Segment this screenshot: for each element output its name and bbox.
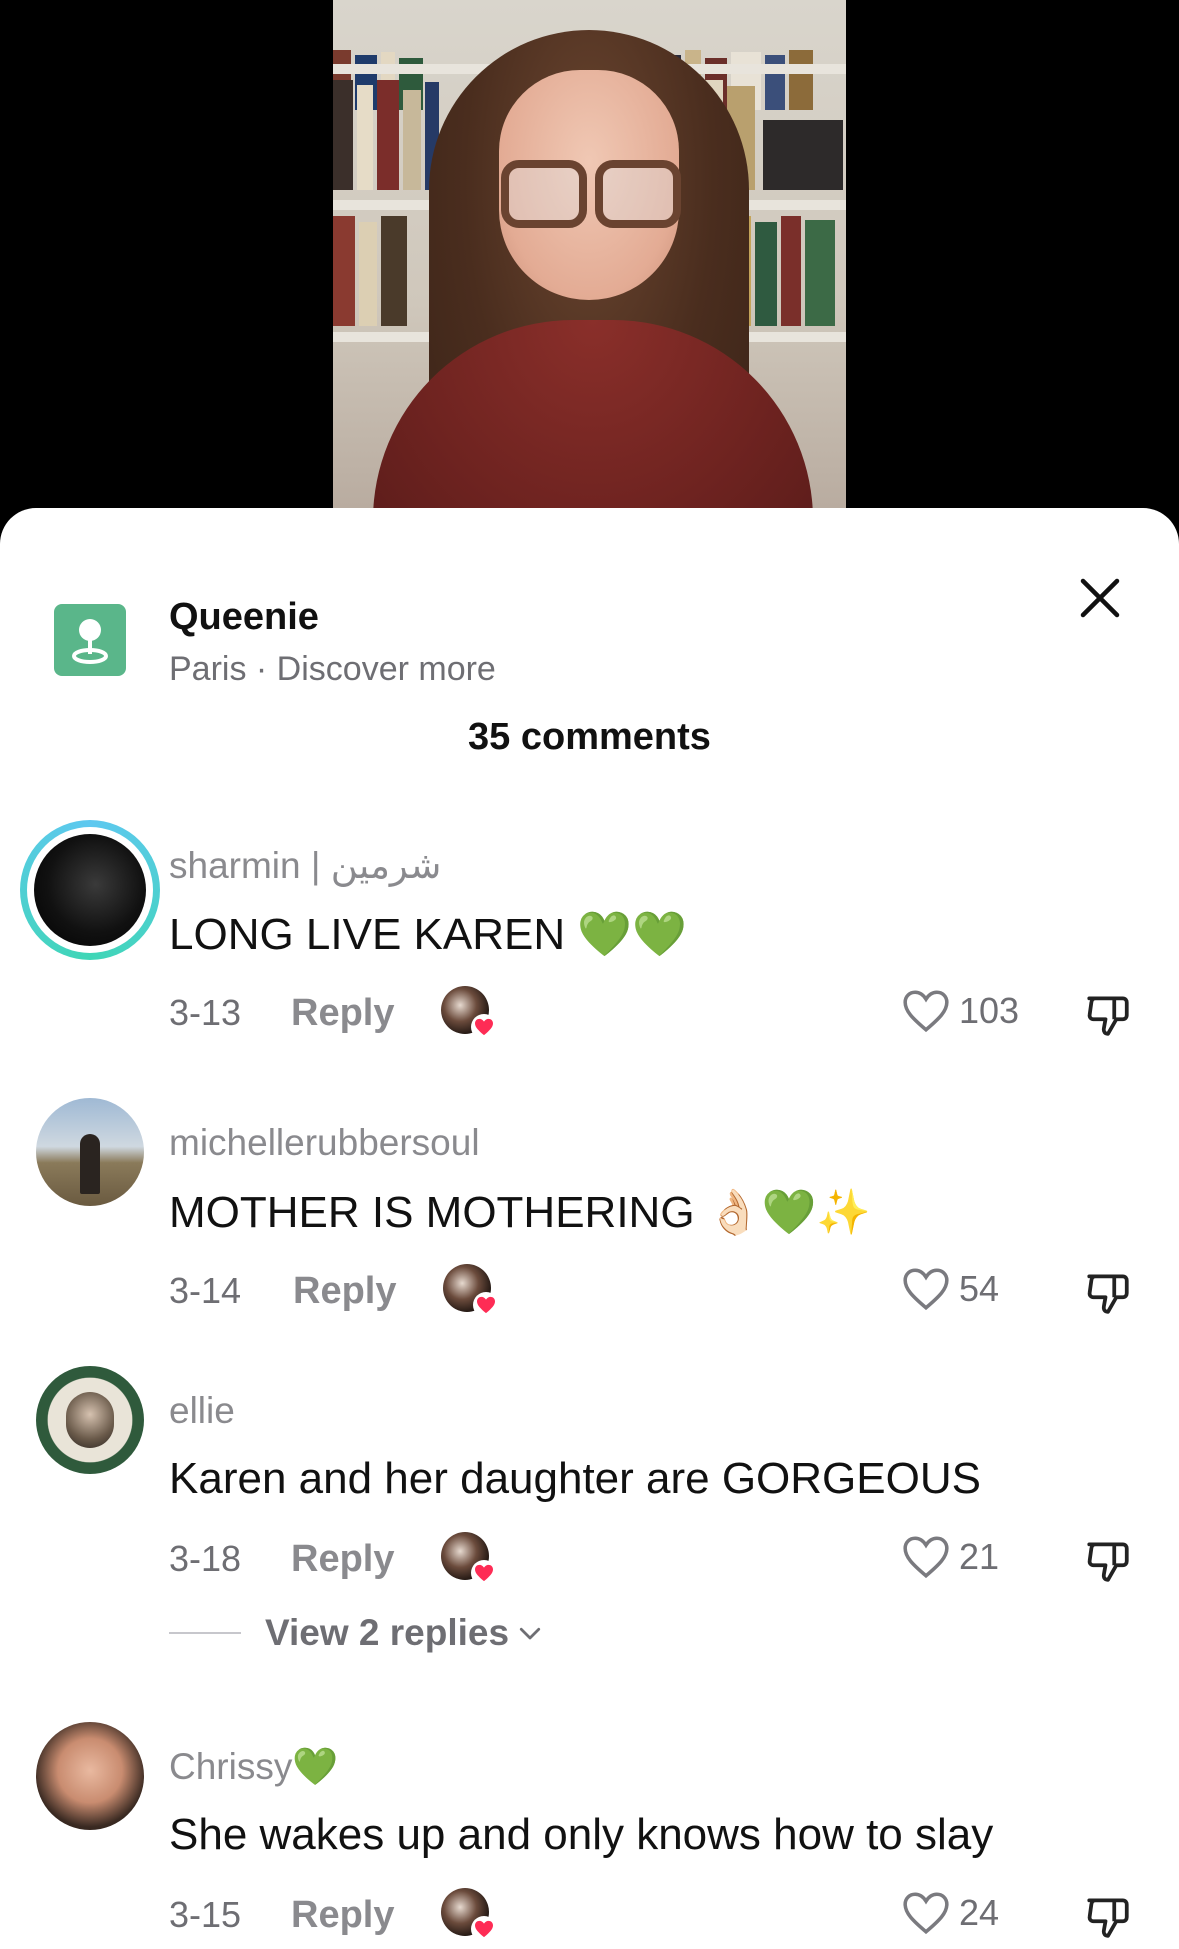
reply-button[interactable]: Reply: [293, 1270, 396, 1313]
like-button[interactable]: 24: [901, 1890, 999, 1936]
heart-outline-icon: [903, 990, 949, 1033]
thumbs-down-icon: [1087, 1274, 1129, 1314]
like-button[interactable]: 54: [901, 1266, 999, 1312]
view-replies-label: View 2 replies: [265, 1612, 510, 1653]
place-row[interactable]: Queenie Paris · Discover more: [54, 556, 1124, 688]
divider: [169, 1632, 241, 1634]
like-button[interactable]: 103: [901, 988, 1019, 1034]
video-background[interactable]: [0, 0, 1179, 540]
view-replies-button[interactable]: View 2 replies: [169, 1612, 545, 1654]
heart-outline-icon: [903, 1536, 949, 1579]
close-button[interactable]: [1070, 568, 1130, 628]
thumbs-down-icon: [1087, 996, 1129, 1036]
like-count: 54: [959, 1268, 1000, 1309]
glasses: [595, 160, 681, 228]
thumbs-down-icon: [1087, 1898, 1129, 1938]
like-count: 24: [959, 1892, 1000, 1933]
creator-liked-avatar: [441, 1532, 497, 1586]
heart-badge-icon: [471, 1014, 497, 1040]
like-button[interactable]: 21: [901, 1534, 999, 1580]
avatar[interactable]: [36, 1722, 144, 1830]
creator-liked-avatar: [441, 1888, 497, 1942]
comment-text: LONG LIVE KAREN 💚💚: [169, 910, 687, 959]
avatar[interactable]: [36, 1366, 144, 1474]
comment-username[interactable]: sharmin | شرمین: [169, 844, 441, 887]
place-subtitle[interactable]: Paris · Discover more: [169, 650, 496, 689]
comment-username[interactable]: Chrissy💚: [169, 1746, 338, 1789]
comment-meta: 3-18 Reply 21: [169, 1532, 1149, 1588]
close-icon: [1080, 578, 1120, 618]
comment-text: MOTHER IS MOTHERING 👌🏻💚✨: [169, 1188, 872, 1237]
comment-date: 3-18: [169, 1538, 242, 1579]
comment-date: 3-14: [169, 1270, 242, 1311]
dislike-button[interactable]: [1083, 988, 1133, 1043]
comment-text: Karen and her daughter are GORGEOUS: [169, 1454, 981, 1503]
creator-liked-avatar: [441, 986, 497, 1040]
reply-button[interactable]: Reply: [291, 1894, 394, 1937]
place-title: Queenie: [169, 596, 319, 638]
thumbs-down-icon: [1087, 1542, 1129, 1582]
heart-badge-icon: [473, 1292, 499, 1318]
dislike-button[interactable]: [1083, 1890, 1133, 1945]
comment-username[interactable]: ellie: [169, 1390, 235, 1432]
reply-button[interactable]: Reply: [291, 1538, 394, 1581]
heart-badge-icon: [471, 1916, 497, 1942]
comments-count: 35 comments: [468, 716, 711, 758]
comment-date: 3-15: [169, 1894, 242, 1935]
comment-text: She wakes up and only knows how to slay: [169, 1810, 994, 1859]
comment-username[interactable]: michellerubbersoul: [169, 1122, 480, 1164]
reply-button[interactable]: Reply: [291, 992, 394, 1035]
video-frame: [333, 0, 846, 508]
glasses: [501, 160, 587, 228]
comment-date: 3-13: [169, 992, 242, 1033]
comment-meta: 3-14 Reply 54: [169, 1264, 1149, 1320]
avatar: [34, 834, 146, 946]
heart-outline-icon: [903, 1892, 949, 1935]
creator-liked-avatar: [443, 1264, 499, 1318]
chevron-down-icon: [519, 1627, 541, 1640]
comment-meta: 3-13 Reply 103: [169, 986, 1149, 1042]
dislike-button[interactable]: [1083, 1266, 1133, 1321]
dislike-button[interactable]: [1083, 1534, 1133, 1589]
avatar-story-ring[interactable]: [20, 820, 160, 960]
location-pin-icon: [54, 604, 126, 676]
comments-sheet: Queenie Paris · Discover more 35 comment…: [0, 508, 1179, 1949]
avatar[interactable]: [36, 1098, 144, 1206]
like-count: 103: [959, 990, 1020, 1031]
heart-badge-icon: [471, 1560, 497, 1586]
like-count: 21: [959, 1536, 1000, 1577]
heart-outline-icon: [903, 1268, 949, 1311]
comment-meta: 3-15 Reply 24: [169, 1888, 1149, 1944]
